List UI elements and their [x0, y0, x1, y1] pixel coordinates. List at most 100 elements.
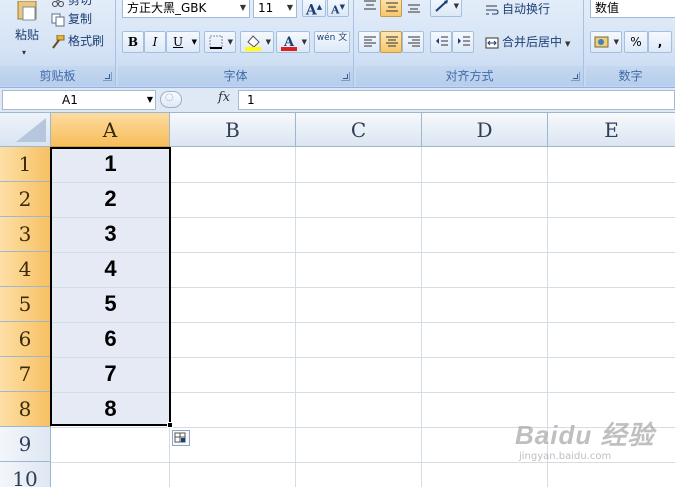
row-header-label: 1	[18, 152, 32, 176]
shrink-arrow-icon: ▼	[339, 2, 345, 11]
italic-button[interactable]: I	[144, 31, 166, 53]
percent-button[interactable]: %	[624, 31, 648, 53]
borders-button[interactable]: ▼	[204, 31, 236, 53]
number-format-value: 数值	[595, 1, 620, 15]
shrink-font-button[interactable]: A▼	[327, 0, 349, 17]
accounting-format-button[interactable]: ▼	[590, 31, 622, 53]
font-size-combo[interactable]: 11 ▼	[253, 0, 297, 18]
increase-indent-button[interactable]	[452, 31, 474, 53]
name-box[interactable]: A1 ▼	[2, 90, 156, 110]
increase-indent-icon	[458, 36, 470, 46]
grow-font-button[interactable]: A▲	[302, 0, 326, 19]
worksheet-grid[interactable]: A B C D E 1 2 3 4 5 6 7 8 9 10 1 2 3 4 5…	[0, 113, 675, 487]
formula-input[interactable]: 1	[238, 90, 675, 110]
comma-label: ,	[657, 35, 663, 49]
align-left-icon	[364, 36, 376, 47]
alignment-caption-text: 对齐方式	[445, 69, 494, 83]
number-format-combo[interactable]: 数值	[590, 0, 675, 18]
align-right-button[interactable]	[402, 31, 424, 53]
paste-dropdown-icon[interactable]: ▾	[22, 43, 26, 63]
alignment-dialog-launcher[interactable]	[571, 72, 580, 81]
alignment-caption: 对齐方式	[356, 66, 583, 86]
chevron-down-icon[interactable]: ▼	[147, 91, 153, 109]
merge-center-button[interactable]: 合并后居中 ▼	[484, 31, 580, 53]
bold-label: B	[127, 35, 139, 49]
column-header-d[interactable]: D	[422, 113, 548, 147]
bold-button[interactable]: B	[122, 31, 144, 53]
ribbon: 粘贴 ▾ 剪切 复制 格式刷 剪贴板 方正大黑_GBK ▼ 11 ▼ A▲ A▼…	[0, 0, 675, 88]
shrink-font-label: A	[331, 3, 340, 17]
align-top-icon	[364, 0, 376, 10]
align-right-icon	[408, 36, 420, 47]
align-center-button[interactable]	[380, 31, 402, 53]
row-header-label: 4	[18, 257, 32, 281]
align-left-button[interactable]	[358, 31, 380, 53]
row-header-label: 3	[18, 222, 32, 246]
column-header-label: C	[350, 118, 367, 142]
grow-arrow-icon: ▲	[316, 2, 323, 11]
font-dialog-launcher[interactable]	[341, 72, 350, 81]
row-header-4[interactable]: 4	[0, 252, 51, 287]
underline-label: U	[173, 35, 184, 49]
copy-icon	[51, 13, 65, 27]
chevron-down-icon[interactable]: ▼	[302, 32, 307, 52]
paste-button[interactable]: 粘贴 ▾	[6, 0, 46, 62]
select-all-button[interactable]	[0, 113, 51, 147]
wrap-text-button[interactable]: 自动换行	[484, 0, 566, 20]
row-header-9[interactable]: 9	[0, 427, 51, 462]
fill-handle[interactable]	[167, 422, 173, 428]
chevron-down-icon[interactable]: ▼	[192, 32, 197, 52]
chevron-down-icon[interactable]: ▼	[266, 32, 271, 52]
chevron-down-icon[interactable]: ▼	[614, 32, 619, 52]
row-header-1[interactable]: 1	[0, 147, 51, 182]
font-color-icon: A	[281, 35, 297, 51]
fill-color-button[interactable]: ▼	[240, 31, 274, 53]
column-header-b[interactable]: B	[170, 113, 296, 147]
row-header-10[interactable]: 10	[0, 462, 51, 487]
copy-label: 复制	[68, 12, 93, 26]
watermark: Baidu 经验 jingyan.baidu.com	[515, 409, 675, 469]
format-painter-button[interactable]: 格式刷	[50, 30, 112, 52]
decrease-indent-button[interactable]	[430, 31, 452, 53]
row-header-8[interactable]: 8	[0, 392, 51, 427]
column-header-e[interactable]: E	[548, 113, 675, 147]
font-name-combo[interactable]: 方正大黑_GBK ▼	[122, 0, 250, 18]
font-color-button[interactable]: A ▼	[276, 31, 310, 53]
chevron-down-icon[interactable]: ▼	[228, 32, 233, 52]
row-header-2[interactable]: 2	[0, 182, 51, 217]
autofill-options-button[interactable]	[172, 430, 190, 446]
insert-function-button[interactable]: fx	[218, 90, 230, 105]
grid-line	[421, 147, 422, 487]
underline-button[interactable]: U ▼	[166, 31, 200, 53]
row-header-label: 6	[18, 327, 32, 351]
comma-style-button[interactable]: ,	[648, 31, 672, 53]
clipboard-dialog-launcher[interactable]	[103, 72, 112, 81]
align-middle-button[interactable]	[380, 0, 402, 17]
text-orientation-icon	[435, 0, 448, 12]
column-header-c[interactable]: C	[296, 113, 422, 147]
copy-button[interactable]: 复制	[50, 8, 110, 30]
chevron-down-icon[interactable]: ▼	[237, 0, 249, 17]
grid-line	[295, 147, 296, 487]
font-caption-text: 字体	[223, 69, 248, 83]
phonetic-button[interactable]: wén 文	[314, 31, 350, 53]
font-name-value: 方正大黑_GBK	[127, 1, 207, 15]
font-caption: 字体	[118, 66, 353, 86]
row-header-label: 9	[18, 432, 32, 456]
phonetic-label: wén 文	[316, 33, 348, 43]
row-header-5[interactable]: 5	[0, 287, 51, 322]
column-header-a[interactable]: A	[51, 113, 170, 147]
align-top-button[interactable]	[358, 0, 380, 17]
align-bottom-button[interactable]	[402, 0, 424, 17]
row-header-6[interactable]: 6	[0, 322, 51, 357]
orientation-button[interactable]: ▼	[430, 0, 462, 17]
clipboard-caption: 剪贴板	[0, 66, 115, 86]
formula-bar-resize-handle[interactable]: ◌	[160, 91, 182, 108]
chevron-down-icon[interactable]: ▼	[565, 40, 570, 48]
row-header-7[interactable]: 7	[0, 357, 51, 392]
chevron-down-icon[interactable]: ▼	[454, 0, 459, 16]
formula-value: 1	[247, 93, 255, 107]
chevron-down-icon[interactable]: ▼	[284, 0, 296, 17]
row-header-3[interactable]: 3	[0, 217, 51, 252]
alignment-group: ▼ 自动换行 合并后居中 ▼ 对齐方式	[356, 0, 584, 86]
